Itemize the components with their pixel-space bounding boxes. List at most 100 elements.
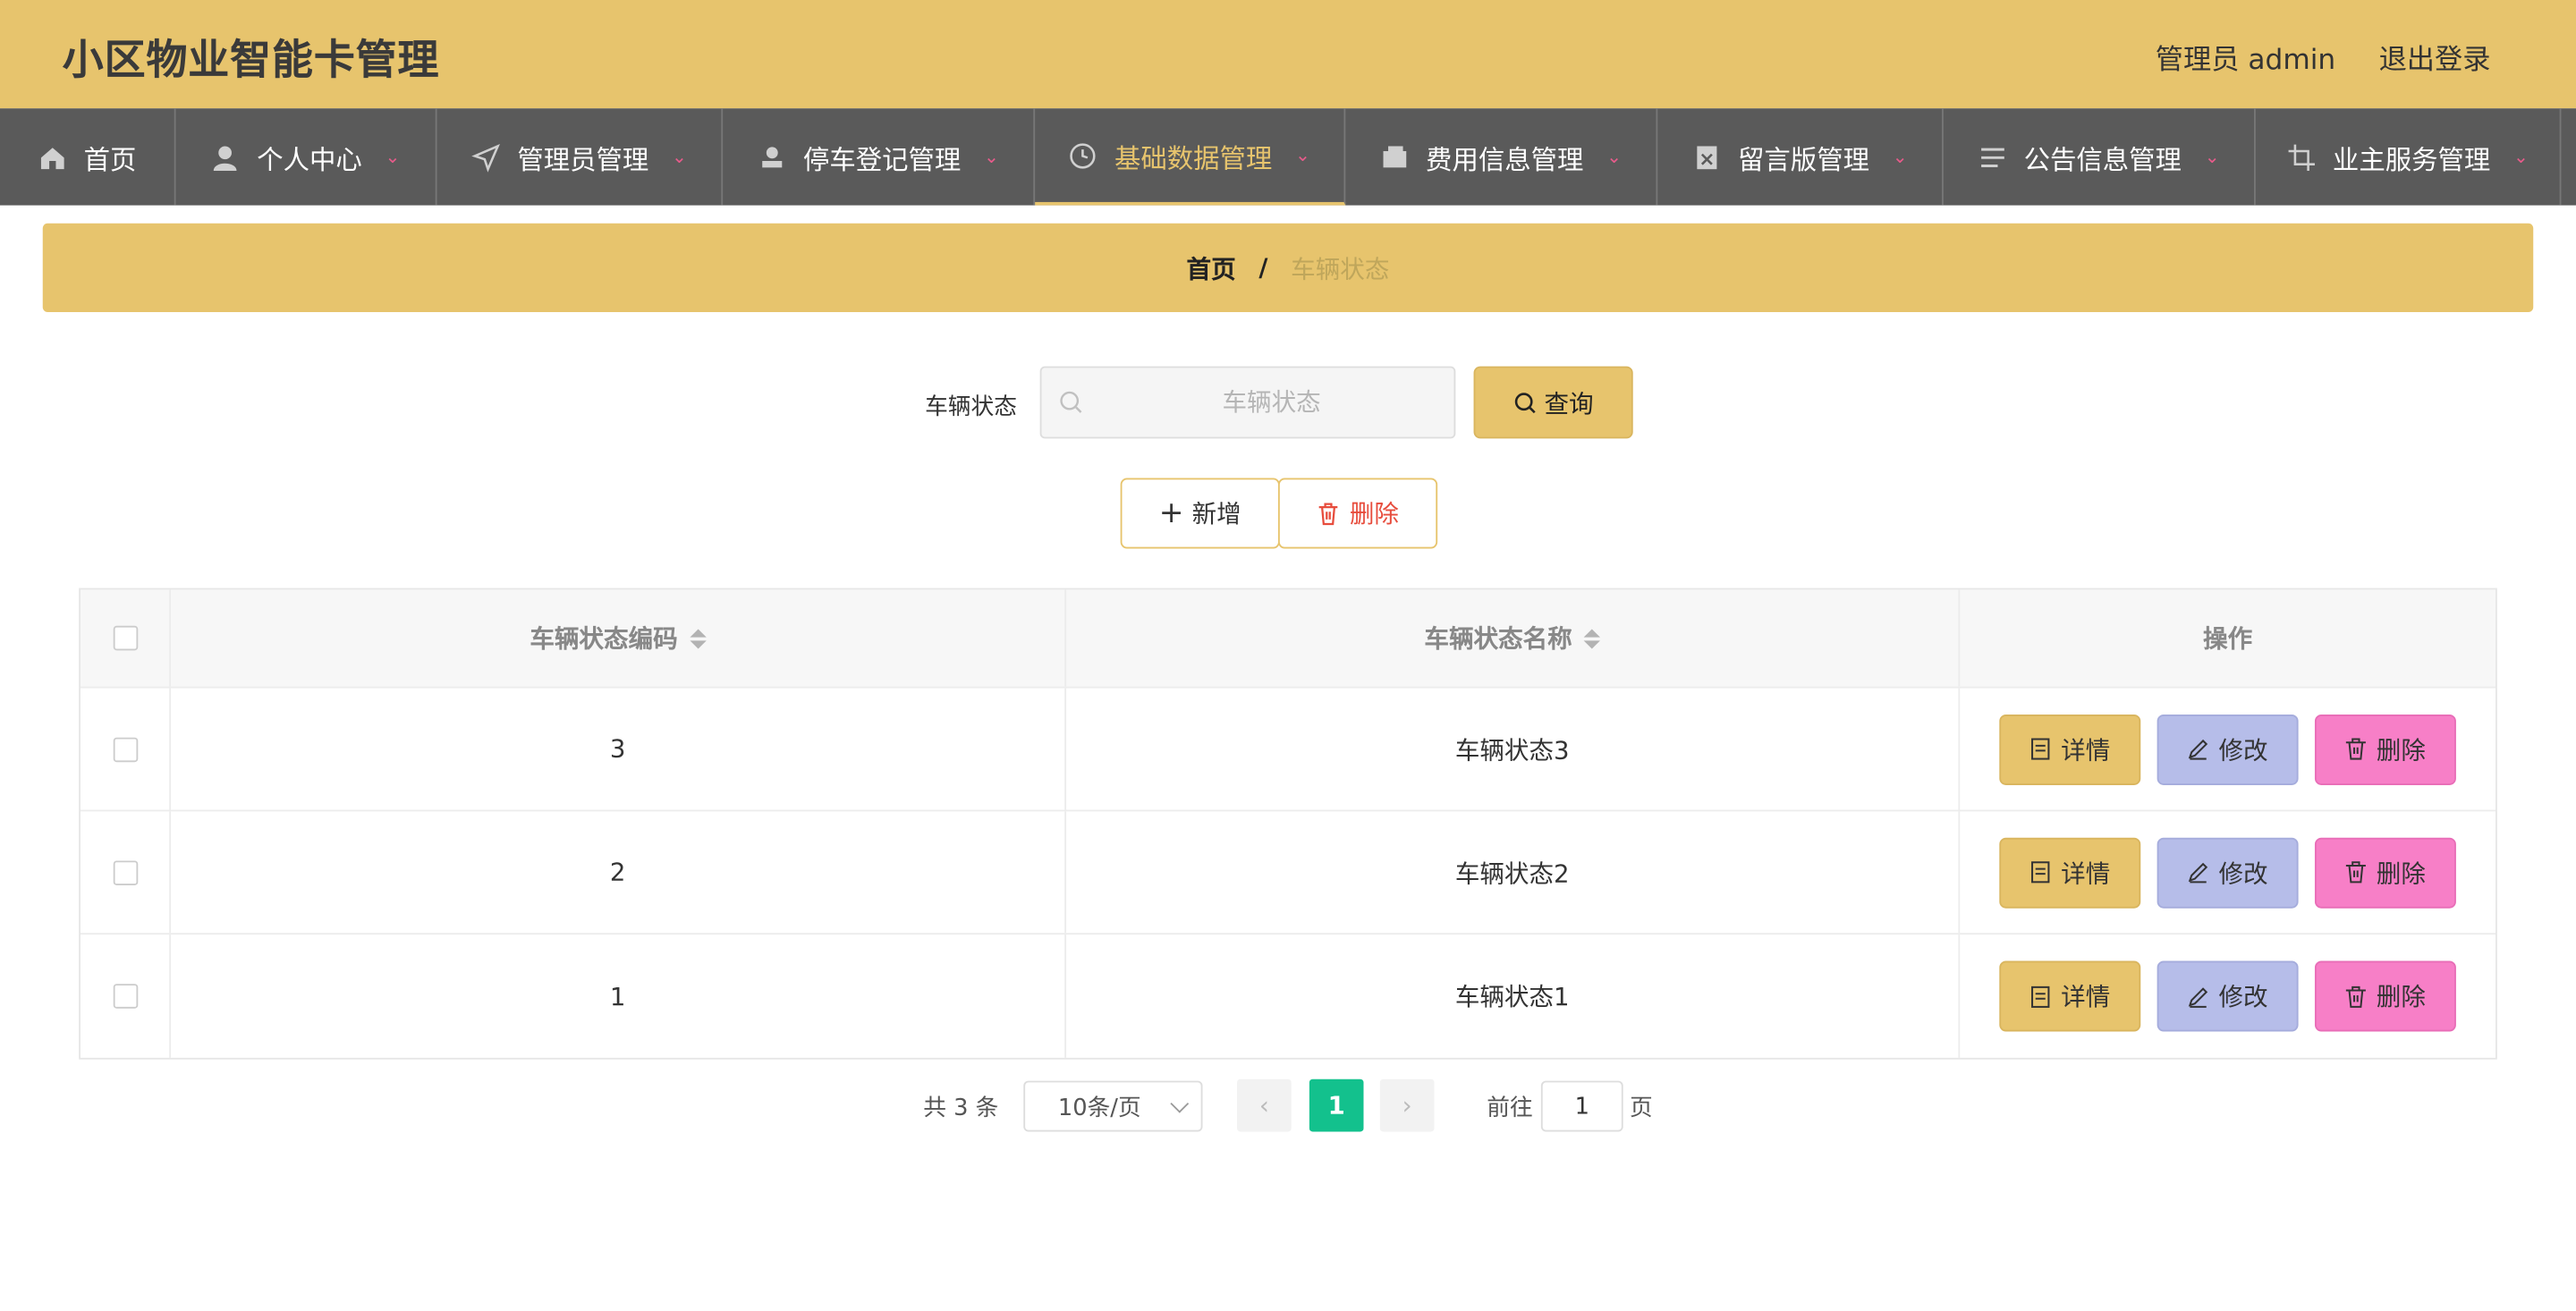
- edit-label: 修改: [2218, 734, 2268, 765]
- chevron-down-icon: ⌄: [2512, 146, 2529, 168]
- column-header-actions: 操作: [1960, 589, 2496, 686]
- delete-button-label: 删除: [1349, 499, 1399, 529]
- chevron-down-icon: ⌄: [385, 146, 401, 168]
- chevron-left-icon: ‹: [1258, 1090, 1269, 1121]
- home-icon: [38, 142, 67, 172]
- clock-icon: [1069, 140, 1098, 170]
- document-icon: [2031, 738, 2051, 760]
- data-table: 车辆状态编码 车辆状态名称 操作 3 车辆状态3 详情 修改 删除 2 车辆状态…: [79, 588, 2497, 1060]
- select-all-checkbox[interactable]: [112, 625, 138, 651]
- next-page-button[interactable]: ›: [1379, 1078, 1435, 1132]
- row-checkbox[interactable]: [112, 984, 138, 1009]
- table-row: 2 车辆状态2 详情 修改 删除: [80, 811, 2496, 935]
- row-checkbox[interactable]: [112, 736, 138, 762]
- nav-item-base-data[interactable]: 基础数据管理 ⌄: [1035, 108, 1346, 206]
- edit-icon: [2189, 739, 2209, 760]
- edit-button[interactable]: 修改: [2157, 960, 2299, 1032]
- column-header-label: 车辆状态名称: [1424, 623, 1572, 655]
- breadcrumb-current: 车辆状态: [1291, 253, 1390, 283]
- column-header-label: 操作: [2203, 623, 2253, 655]
- detail-label: 详情: [2061, 858, 2111, 888]
- nav-label: 首页: [83, 143, 137, 175]
- trash-icon: [2346, 738, 2367, 760]
- delete-label: 删除: [2376, 982, 2426, 1012]
- nav-item-owner-services[interactable]: 业主服务管理 ⌄: [2256, 108, 2562, 206]
- delete-label: 删除: [2376, 858, 2426, 888]
- sort-icon[interactable]: [689, 628, 706, 648]
- nav-item-notices[interactable]: 公告信息管理 ⌄: [1944, 108, 2256, 206]
- batch-delete-button[interactable]: 删除: [1277, 478, 1438, 549]
- sort-icon[interactable]: [1583, 628, 1600, 648]
- column-header-name[interactable]: 车辆状态名称: [1066, 589, 1961, 687]
- search-field[interactable]: [1039, 366, 1456, 439]
- goto-label: 前往: [1487, 1095, 1533, 1122]
- cell-code: 2: [171, 811, 1067, 934]
- breadcrumb-home[interactable]: 首页: [1187, 250, 1236, 285]
- nav-label: 管理员管理: [517, 143, 649, 175]
- cell-name: 车辆状态1: [1066, 935, 1961, 1058]
- nav-label: 业主服务管理: [2332, 143, 2491, 175]
- chevron-down-icon: ⌄: [984, 146, 999, 168]
- detail-label: 详情: [2061, 734, 2111, 765]
- chevron-down-icon: ⌄: [1892, 146, 1908, 168]
- nav-label: 留言版管理: [1738, 143, 1869, 175]
- edit-button[interactable]: 修改: [2157, 836, 2299, 908]
- nav-item-personal-center[interactable]: 个人中心 ⌄: [176, 108, 437, 206]
- detail-button[interactable]: 详情: [1999, 836, 2141, 908]
- row-checkbox[interactable]: [112, 859, 138, 885]
- page-size-select[interactable]: 10条/页: [1023, 1080, 1203, 1132]
- user-icon: [211, 142, 241, 172]
- search-input[interactable]: [1094, 368, 1449, 437]
- cell-code: 1: [171, 935, 1067, 1058]
- detail-button[interactable]: 详情: [1999, 714, 2141, 785]
- current-user: 管理员 admin: [2155, 44, 2336, 78]
- crop-icon: [2286, 142, 2316, 172]
- delete-button[interactable]: 删除: [2314, 960, 2456, 1032]
- delete-button[interactable]: 删除: [2314, 714, 2456, 785]
- row-actions: 详情 修改 删除: [1960, 935, 2496, 1058]
- row-actions: 详情 修改 删除: [1960, 811, 2496, 933]
- page-number-current[interactable]: 1: [1309, 1078, 1364, 1132]
- nav-item-admin-manage[interactable]: 管理员管理 ⌄: [437, 108, 724, 206]
- edit-label: 修改: [2218, 858, 2268, 888]
- breadcrumb: 首页 / 车辆状态: [42, 223, 2534, 312]
- add-button[interactable]: + 新增: [1120, 478, 1280, 549]
- nav-item-messages[interactable]: 留言版管理 ⌄: [1657, 108, 1944, 206]
- pagination-total: 共 3 条: [923, 1095, 999, 1122]
- edit-button[interactable]: 修改: [2157, 714, 2299, 785]
- nav-label: 费用信息管理: [1426, 143, 1584, 175]
- app-title: 小区物业智能卡管理: [62, 36, 440, 84]
- trash-icon: [2346, 861, 2367, 884]
- detail-button[interactable]: 详情: [1999, 960, 2141, 1032]
- nav-item-fees[interactable]: 费用信息管理 ⌄: [1345, 108, 1658, 206]
- delete-button[interactable]: 删除: [2314, 836, 2456, 908]
- person-stamp-icon: [758, 142, 787, 172]
- column-header-label: 车辆状态编码: [530, 623, 678, 655]
- query-button[interactable]: 查询: [1473, 366, 1633, 439]
- nav-item-home[interactable]: 首页: [0, 108, 176, 206]
- chevron-down-icon: ⌄: [672, 146, 687, 168]
- plus-icon: +: [1158, 495, 1184, 530]
- main-nav: 首页 个人中心 ⌄ 管理员管理 ⌄ 停车登记管理 ⌄ 基础数据管理 ⌄ 费用信息…: [0, 108, 2576, 206]
- query-button-label: 查询: [1544, 388, 1594, 419]
- chevron-down-icon: ⌄: [1606, 146, 1623, 168]
- chevron-down-icon: ⌄: [2204, 146, 2220, 168]
- document-icon: [2031, 861, 2051, 884]
- prev-page-button[interactable]: ‹: [1237, 1078, 1292, 1132]
- wallet-icon: [1380, 142, 1410, 172]
- goto-page-input[interactable]: [1540, 1080, 1623, 1132]
- row-actions: 详情 修改 删除: [1960, 689, 2496, 810]
- nav-label: 停车登记管理: [802, 143, 962, 175]
- send-icon: [470, 142, 501, 172]
- edit-icon: [2189, 986, 2209, 1008]
- delete-label: 删除: [2376, 734, 2426, 765]
- detail-label: 详情: [2061, 982, 2111, 1012]
- goto-suffix: 页: [1630, 1095, 1653, 1122]
- page-size-value: 10条/页: [1057, 1095, 1141, 1121]
- column-header-code[interactable]: 车辆状态编码: [171, 589, 1067, 687]
- logout-link[interactable]: 退出登录: [2379, 36, 2491, 78]
- trash-icon: [1319, 503, 1339, 526]
- nav-item-parking[interactable]: 停车登记管理 ⌄: [723, 108, 1036, 206]
- search-label: 车辆状态: [925, 393, 1017, 421]
- top-header: 小区物业智能卡管理 管理员 admin 退出登录: [0, 0, 2576, 109]
